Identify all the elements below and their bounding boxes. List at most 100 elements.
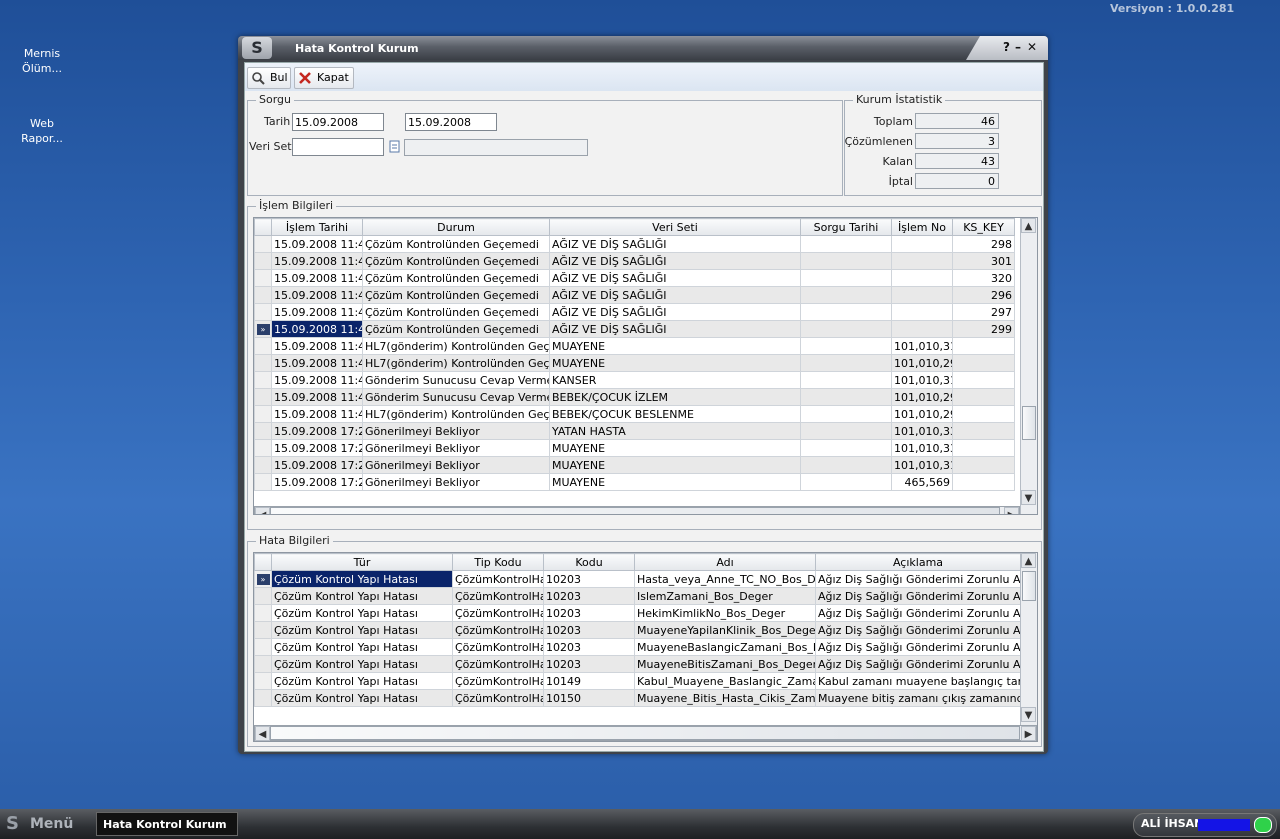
table-cell[interactable]: Çözüm Kontrolünden Geçemedi [362,320,550,338]
table-cell[interactable] [800,235,892,253]
lookup-icon[interactable] [389,140,401,154]
table-cell[interactable]: 15.09.2008 11:43: [271,371,363,389]
table-cell[interactable] [952,439,1015,457]
table-cell[interactable] [800,456,892,474]
transactions-hscroll[interactable]: ◀ ▶ [254,506,1020,514]
table-cell[interactable]: 15.09.2008 17:21: [271,422,363,440]
row-indicator[interactable] [254,473,272,491]
table-cell[interactable]: 10203 [543,655,635,673]
minimize-button[interactable]: – [1015,40,1021,54]
table-cell[interactable]: YATAN HASTA [549,422,801,440]
row-indicator[interactable] [254,371,272,389]
row-indicator[interactable] [254,337,272,355]
date-from-field[interactable]: 15.09.2008 [292,113,384,131]
table-cell[interactable]: MUAYENE [549,456,801,474]
table-cell[interactable]: MuayeneBitisZamani_Bos_Deger [634,655,816,673]
row-indicator[interactable] [254,604,272,622]
table-cell[interactable]: Gönderim Sunucusu Cevap Vermedi [362,388,550,406]
table-cell[interactable]: 297 [952,303,1015,321]
table-row[interactable]: Çözüm Kontrol Yapı HatasıÇözümKontrolHat… [254,655,1021,673]
table-cell[interactable]: 15.09.2008 17:21: [271,473,363,491]
table-cell[interactable]: ÇözümKontrolHata [452,587,544,605]
row-indicator[interactable] [254,439,272,457]
errors-column-header[interactable]: Tip Kodu [452,553,544,571]
row-indicator[interactable] [254,405,272,423]
row-indicator[interactable] [254,422,272,440]
table-cell[interactable] [952,371,1015,389]
table-cell[interactable]: 15.09.2008 11:43: [271,405,363,423]
row-indicator[interactable] [254,388,272,406]
table-cell[interactable]: 15.09.2008 11:43: [271,252,363,270]
table-cell[interactable] [891,252,953,270]
transactions-column-header[interactable]: KS_KEY [952,218,1015,236]
table-row[interactable]: 15.09.2008 17:21:Gönerilmeyi BekliyorMUA… [254,456,1015,474]
table-cell[interactable]: AĞIZ VE DİŞ SAĞLIĞI [549,303,801,321]
table-cell[interactable]: 101,010,294 [891,354,953,372]
scroll-thumb[interactable] [1022,406,1036,440]
table-row[interactable]: 15.09.2008 17:21:Gönerilmeyi BekliyorMUA… [254,473,1015,491]
errors-vscroll[interactable]: ▲ ▼ [1020,553,1037,725]
transactions-column-header[interactable]: İşlem No [891,218,953,236]
row-indicator[interactable] [254,621,272,639]
table-cell[interactable] [800,439,892,457]
row-indicator[interactable] [254,638,272,656]
errors-hscroll[interactable]: ◀ ▶ [254,725,1037,741]
table-cell[interactable] [952,354,1015,372]
row-indicator[interactable]: » [254,320,272,338]
table-cell[interactable] [891,235,953,253]
table-cell[interactable]: 15.09.2008 11:43: [271,286,363,304]
table-cell[interactable]: 101,010,294 [891,405,953,423]
table-cell[interactable]: 101,010,317 [891,337,953,355]
table-cell[interactable]: 15.09.2008 11:43: [271,337,363,355]
table-row[interactable]: 15.09.2008 17:21:Gönerilmeyi BekliyorYAT… [254,422,1015,440]
table-cell[interactable]: HL7(gönderim) Kontrolünden Geçti [362,405,550,423]
table-cell[interactable]: HekimKimlikNo_Bos_Deger [634,604,816,622]
table-row[interactable]: 15.09.2008 11:43:Çözüm Kontrolünden Geçe… [254,235,1015,253]
errors-column-header[interactable]: Adı [634,553,816,571]
row-indicator[interactable] [254,235,272,253]
table-cell[interactable]: MUAYENE [549,473,801,491]
table-cell[interactable]: AĞIZ VE DİŞ SAĞLIĞI [549,286,801,304]
user-indicator[interactable]: ALİ İHSAN [1133,813,1277,837]
table-cell[interactable]: Çözüm Kontrol Yapı Hatası [271,621,453,639]
table-cell[interactable]: 299 [952,320,1015,338]
taskbar-item-hata-kontrol[interactable]: Hata Kontrol Kurum [96,812,238,836]
table-cell[interactable] [891,269,953,287]
table-cell[interactable]: Hasta_veya_Anne_TC_NO_Bos_Deger [634,570,816,588]
table-cell[interactable]: 10203 [543,587,635,605]
table-cell[interactable] [952,405,1015,423]
table-cell[interactable]: Çözüm Kontrol Yapı Hatası [271,672,453,690]
table-cell[interactable] [800,320,892,338]
table-cell[interactable]: AĞIZ VE DİŞ SAĞLIĞI [549,252,801,270]
table-cell[interactable]: ÇözümKontrolHata [452,655,544,673]
table-cell[interactable] [952,473,1015,491]
table-cell[interactable]: 15.09.2008 11:43: [271,320,363,338]
table-row[interactable]: »Çözüm Kontrol Yapı HatasıÇözümKontrolHa… [254,570,1021,588]
table-row[interactable]: 15.09.2008 11:43:Çözüm Kontrolünden Geçe… [254,303,1015,321]
table-cell[interactable]: Ağız Diş Sağlığı Gönderimi Zorunlu Alan … [815,570,1021,588]
table-cell[interactable] [800,405,892,423]
table-cell[interactable] [800,388,892,406]
table-cell[interactable]: Çözüm Kontrolünden Geçemedi [362,235,550,253]
table-row[interactable]: Çözüm Kontrol Yapı HatasıÇözümKontrolHat… [254,621,1021,639]
table-cell[interactable]: Ağız Diş Sağlığı Gönderimi Zorunlu Alan … [815,587,1021,605]
table-cell[interactable]: 101,010,317 [891,371,953,389]
table-cell[interactable]: ÇözümKontrolHata [452,672,544,690]
table-cell[interactable] [800,303,892,321]
table-row[interactable]: 15.09.2008 11:43:HL7(gönderim) Kontrolün… [254,405,1015,423]
find-button[interactable]: Bul [247,67,291,89]
table-cell[interactable] [800,473,892,491]
table-cell[interactable]: 101,010,315 [891,456,953,474]
table-cell[interactable]: 15.09.2008 17:21: [271,456,363,474]
table-cell[interactable]: Çözüm Kontrol Yapı Hatası [271,587,453,605]
table-cell[interactable]: 10203 [543,638,635,656]
table-row[interactable]: 15.09.2008 11:43:Çözüm Kontrolünden Geçe… [254,286,1015,304]
table-cell[interactable]: MuayeneBaslangicZamani_Bos_Deger [634,638,816,656]
table-cell[interactable] [952,388,1015,406]
table-cell[interactable]: Gönerilmeyi Bekliyor [362,456,550,474]
table-cell[interactable]: AĞIZ VE DİŞ SAĞLIĞI [549,269,801,287]
row-indicator[interactable] [254,354,272,372]
table-cell[interactable]: Muayene_Bitis_Hasta_Cikis_Zamani [634,689,816,707]
transactions-column-header[interactable]: İşlem Tarihi [271,218,363,236]
table-row[interactable]: Çözüm Kontrol Yapı HatasıÇözümKontrolHat… [254,604,1021,622]
